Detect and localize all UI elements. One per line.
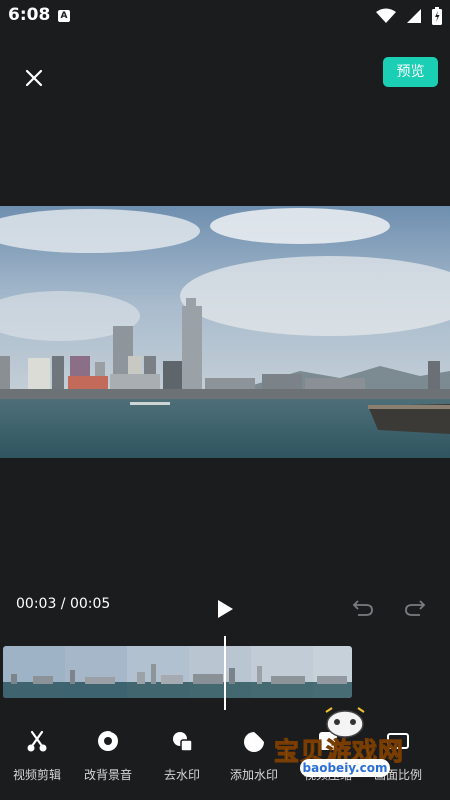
timeline-frame: [3, 646, 65, 698]
video-preview[interactable]: [0, 206, 450, 458]
music-disc-icon: [98, 730, 118, 751]
status-icons: [376, 6, 442, 26]
tool-label: 视频剪辑: [12, 768, 61, 782]
playhead[interactable]: [224, 636, 226, 710]
top-bar: 预览: [0, 50, 450, 100]
preview-button[interactable]: 预览: [383, 57, 438, 87]
redo-icon: [405, 600, 426, 616]
scissors-icon: [27, 730, 47, 752]
timeline-frame: [313, 646, 352, 698]
watermark-url: baobeiy.com: [300, 759, 390, 777]
tool-video-edit[interactable]: 视频剪辑: [11, 728, 63, 783]
remove-watermark-icon: [173, 732, 193, 752]
tool-label: 去水印: [163, 768, 200, 782]
battery-icon: [432, 7, 442, 25]
video-frame-image: [0, 206, 450, 458]
timeline-frame: [251, 646, 313, 698]
time-readout: 00:03 / 00:05: [16, 596, 111, 612]
status-bar: 6:08 A: [0, 0, 450, 32]
timeline-frame: [189, 646, 251, 698]
signal-icon: [407, 9, 421, 23]
timeline-frame: [127, 646, 189, 698]
site-watermark: 宝贝游戏网 baobeiy.com: [272, 704, 422, 784]
redo-button[interactable]: [404, 598, 426, 618]
tool-label: 改背景音: [83, 768, 132, 782]
add-watermark-icon: [244, 732, 264, 752]
undo-button[interactable]: [352, 598, 374, 618]
play-icon: [218, 600, 233, 618]
play-button[interactable]: [215, 598, 235, 620]
status-time: 6:08: [8, 5, 51, 25]
notification-icon: A: [58, 10, 70, 22]
close-button[interactable]: [20, 64, 48, 92]
close-icon: [25, 69, 43, 87]
timeline-track[interactable]: [3, 646, 352, 698]
tool-change-bgm[interactable]: 改背景音: [82, 728, 134, 783]
wifi-icon: [376, 8, 396, 23]
timeline-frame: [65, 646, 127, 698]
undo-icon: [352, 600, 373, 616]
tool-remove-watermark[interactable]: 去水印: [160, 728, 204, 783]
